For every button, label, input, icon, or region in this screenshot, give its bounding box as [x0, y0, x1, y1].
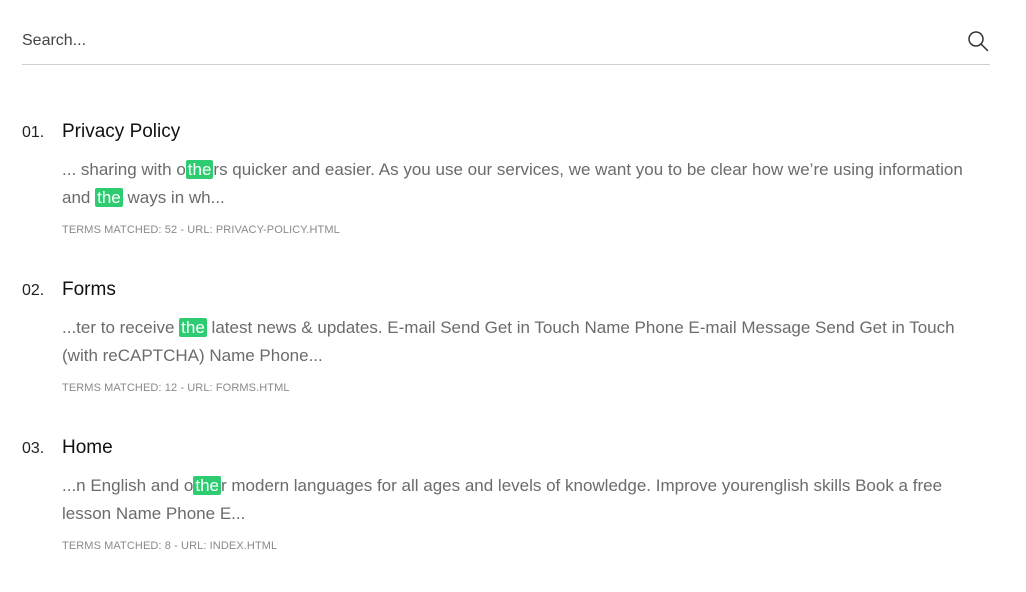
search-icon[interactable] — [967, 30, 989, 52]
result-title-link[interactable]: Home — [62, 437, 113, 459]
result-meta: TERMS MATCHED: 12 - URL: FORMS.HTML — [62, 382, 290, 394]
search-input[interactable] — [22, 26, 942, 56]
result-title-link[interactable]: Forms — [62, 279, 116, 301]
match-highlight: the — [193, 476, 222, 495]
result-meta: TERMS MATCHED: 8 - URL: INDEX.HTML — [62, 540, 278, 552]
result-title-link[interactable]: Privacy Policy — [62, 121, 180, 143]
result-number: 01. — [22, 124, 45, 141]
result-snippet: ... sharing with o the rs quicker and easi… — [62, 160, 963, 207]
match-highlight: the — [179, 318, 207, 337]
result-item: 02. Forms ...ter to receive the latest n… — [22, 276, 982, 434]
result-item: 03. Home ...n English and o the r modern l… — [22, 434, 982, 592]
result-snippet: ...ter to receive the latest news & upda… — [62, 318, 955, 365]
result-item: 01. Privacy Policy ... sharing with o the… — [22, 118, 982, 276]
search-results: 01. Privacy Policy ... sharing with o the… — [22, 118, 982, 592]
result-meta: TERMS MATCHED: 52 - URL: PRIVACY-POLICY.… — [62, 224, 340, 236]
result-number: 02. — [22, 282, 45, 299]
search-bar — [22, 0, 990, 65]
match-highlight: the — [185, 160, 214, 179]
result-snippet: ...n English and o the r modern languages … — [62, 476, 943, 523]
result-number: 03. — [22, 440, 45, 457]
match-highlight: the — [95, 188, 123, 207]
